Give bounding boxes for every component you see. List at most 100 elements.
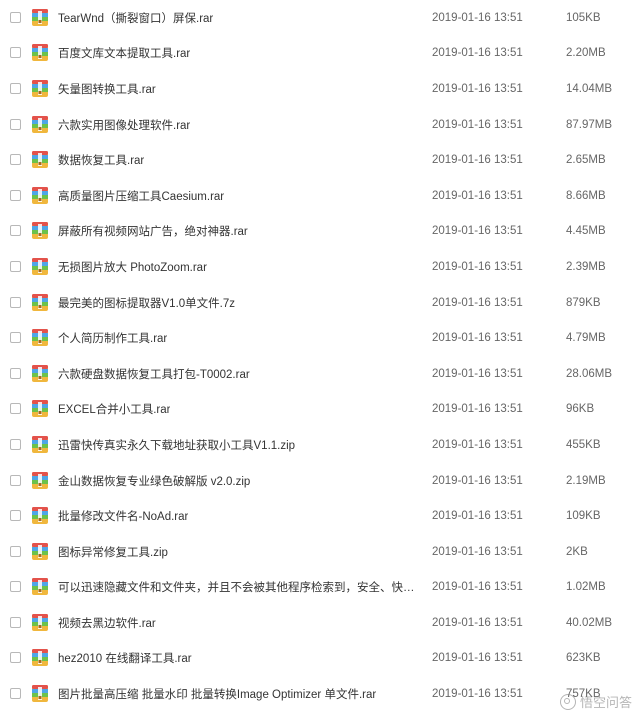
- file-date: 2019-01-16 13:51: [432, 332, 523, 345]
- file-row[interactable]: 高质量图片压缩工具Caesium.rar 2019-01-16 13:51 8.…: [0, 178, 640, 214]
- row-checkbox[interactable]: [10, 47, 21, 59]
- file-name[interactable]: hez2010 在线翻译工具.rar: [58, 650, 192, 666]
- watermark-logo-icon: [559, 693, 576, 710]
- file-date: 2019-01-16 13:51: [432, 688, 523, 701]
- file-row[interactable]: 最完美的图标提取器V1.0单文件.7z 2019-01-16 13:51 879…: [0, 285, 640, 321]
- file-name[interactable]: 可以迅速隐藏文件和文件夹，并且不会被其他程序检索到，安全、快速 Wi...: [58, 579, 420, 595]
- file-date: 2019-01-16 13:51: [432, 545, 523, 558]
- file-date: 2019-01-16 13:51: [432, 438, 523, 451]
- file-size: 28.06MB: [566, 367, 613, 380]
- row-checkbox[interactable]: [10, 652, 21, 664]
- file-name[interactable]: TearWnd（撕裂窗口）屏保.rar: [58, 10, 213, 26]
- file-size: 2.39MB: [566, 260, 606, 273]
- file-name[interactable]: 迅雷快传真实永久下载地址获取小工具V1.1.zip: [58, 437, 295, 453]
- file-size: 8.66MB: [566, 189, 606, 202]
- row-checkbox[interactable]: [10, 296, 21, 308]
- archive-file-icon: [31, 221, 49, 240]
- file-name[interactable]: 高质量图片压缩工具Caesium.rar: [58, 188, 224, 204]
- file-name[interactable]: 图片批量高压缩 批量水印 批量转换Image Optimizer 单文件.rar: [58, 686, 376, 702]
- file-name[interactable]: 矢量图转换工具.rar: [58, 81, 156, 97]
- row-checkbox[interactable]: [10, 616, 21, 628]
- archive-file-icon: [31, 435, 49, 454]
- row-checkbox[interactable]: [10, 260, 21, 272]
- file-row[interactable]: TearWnd（撕裂窗口）屏保.rar 2019-01-16 13:51 105…: [0, 0, 640, 36]
- row-checkbox[interactable]: [10, 403, 21, 415]
- file-name[interactable]: EXCEL合并小工具.rar: [58, 401, 170, 417]
- file-row[interactable]: 批量修改文件名-NoAd.rar 2019-01-16 13:51 109KB: [0, 498, 640, 534]
- file-row[interactable]: EXCEL合并小工具.rar 2019-01-16 13:51 96KB: [0, 392, 640, 428]
- row-checkbox[interactable]: [10, 438, 21, 450]
- archive-file-icon: [31, 613, 49, 632]
- row-checkbox[interactable]: [10, 332, 21, 344]
- file-row[interactable]: 图片批量高压缩 批量水印 批量转换Image Optimizer 单文件.rar…: [0, 676, 640, 712]
- file-row[interactable]: 矢量图转换工具.rar 2019-01-16 13:51 14.04MB: [0, 71, 640, 107]
- file-row[interactable]: 无损图片放大 PhotoZoom.rar 2019-01-16 13:51 2.…: [0, 249, 640, 285]
- row-checkbox[interactable]: [10, 581, 21, 593]
- file-date: 2019-01-16 13:51: [432, 510, 523, 523]
- file-date: 2019-01-16 13:51: [432, 11, 523, 24]
- archive-file-icon: [31, 150, 49, 169]
- file-row[interactable]: 视频去黑边软件.rar 2019-01-16 13:51 40.02MB: [0, 605, 640, 641]
- file-row[interactable]: 数据恢复工具.rar 2019-01-16 13:51 2.65MB: [0, 142, 640, 178]
- file-date: 2019-01-16 13:51: [432, 474, 523, 487]
- row-checkbox[interactable]: [10, 189, 21, 201]
- row-checkbox[interactable]: [10, 82, 21, 94]
- file-date: 2019-01-16 13:51: [432, 118, 523, 131]
- file-name[interactable]: 六款实用图像处理软件.rar: [58, 117, 190, 133]
- row-checkbox[interactable]: [10, 367, 21, 379]
- file-row[interactable]: 屏蔽所有视频网站广告，绝对神器.rar 2019-01-16 13:51 4.4…: [0, 214, 640, 250]
- file-row[interactable]: 个人简历制作工具.rar 2019-01-16 13:51 4.79MB: [0, 320, 640, 356]
- row-checkbox[interactable]: [10, 154, 21, 166]
- row-checkbox[interactable]: [10, 510, 21, 522]
- file-row[interactable]: 六款硬盘数据恢复工具打包-T0002.rar 2019-01-16 13:51 …: [0, 356, 640, 392]
- archive-file-icon: [31, 257, 49, 276]
- row-checkbox[interactable]: [10, 225, 21, 237]
- file-name[interactable]: 无损图片放大 PhotoZoom.rar: [58, 259, 207, 275]
- file-size: 4.79MB: [566, 332, 606, 345]
- file-name[interactable]: 图标异常修复工具.zip: [58, 544, 168, 560]
- file-date: 2019-01-16 13:51: [432, 652, 523, 665]
- archive-file-icon: [31, 8, 49, 27]
- archive-file-icon: [31, 506, 49, 525]
- row-checkbox[interactable]: [10, 118, 21, 130]
- file-date: 2019-01-16 13:51: [432, 367, 523, 380]
- archive-file-icon: [31, 648, 49, 667]
- row-checkbox[interactable]: [10, 545, 21, 557]
- file-date: 2019-01-16 13:51: [432, 296, 523, 309]
- file-name[interactable]: 金山数据恢复专业绿色破解版 v2.0.zip: [58, 473, 250, 489]
- file-size: 623KB: [566, 652, 601, 665]
- archive-file-icon: [31, 399, 49, 418]
- watermark: 悟空问答: [559, 692, 632, 711]
- file-date: 2019-01-16 13:51: [432, 154, 523, 167]
- file-date: 2019-01-16 13:51: [432, 189, 523, 202]
- row-checkbox[interactable]: [10, 474, 21, 486]
- archive-file-icon: [31, 542, 49, 561]
- file-row[interactable]: hez2010 在线翻译工具.rar 2019-01-16 13:51 623K…: [0, 641, 640, 677]
- file-name[interactable]: 批量修改文件名-NoAd.rar: [58, 508, 188, 524]
- file-row[interactable]: 可以迅速隐藏文件和文件夹，并且不会被其他程序检索到，安全、快速 Wi... 20…: [0, 570, 640, 606]
- file-size: 879KB: [566, 296, 601, 309]
- file-name[interactable]: 数据恢复工具.rar: [58, 152, 144, 168]
- file-name[interactable]: 屏蔽所有视频网站广告，绝对神器.rar: [58, 223, 248, 239]
- file-name[interactable]: 个人简历制作工具.rar: [58, 330, 167, 346]
- file-name[interactable]: 最完美的图标提取器V1.0单文件.7z: [58, 295, 235, 311]
- file-name[interactable]: 视频去黑边软件.rar: [58, 615, 156, 631]
- file-date: 2019-01-16 13:51: [432, 225, 523, 238]
- file-name[interactable]: 六款硬盘数据恢复工具打包-T0002.rar: [58, 366, 250, 382]
- file-row[interactable]: 金山数据恢复专业绿色破解版 v2.0.zip 2019-01-16 13:51 …: [0, 463, 640, 499]
- file-date: 2019-01-16 13:51: [432, 403, 523, 416]
- file-size: 14.04MB: [566, 82, 613, 95]
- file-row[interactable]: 迅雷快传真实永久下载地址获取小工具V1.1.zip 2019-01-16 13:…: [0, 427, 640, 463]
- file-row[interactable]: 百度文库文本提取工具.rar 2019-01-16 13:51 2.20MB: [0, 36, 640, 72]
- file-date: 2019-01-16 13:51: [432, 581, 523, 594]
- file-date: 2019-01-16 13:51: [432, 616, 523, 629]
- archive-file-icon: [31, 43, 49, 62]
- file-date: 2019-01-16 13:51: [432, 260, 523, 273]
- file-row[interactable]: 图标异常修复工具.zip 2019-01-16 13:51 2KB: [0, 534, 640, 570]
- row-checkbox[interactable]: [10, 688, 21, 700]
- file-row[interactable]: 六款实用图像处理软件.rar 2019-01-16 13:51 87.97MB: [0, 107, 640, 143]
- archive-file-icon: [31, 471, 49, 490]
- file-name[interactable]: 百度文库文本提取工具.rar: [58, 45, 190, 61]
- row-checkbox[interactable]: [10, 11, 21, 23]
- file-size: 2KB: [566, 545, 588, 558]
